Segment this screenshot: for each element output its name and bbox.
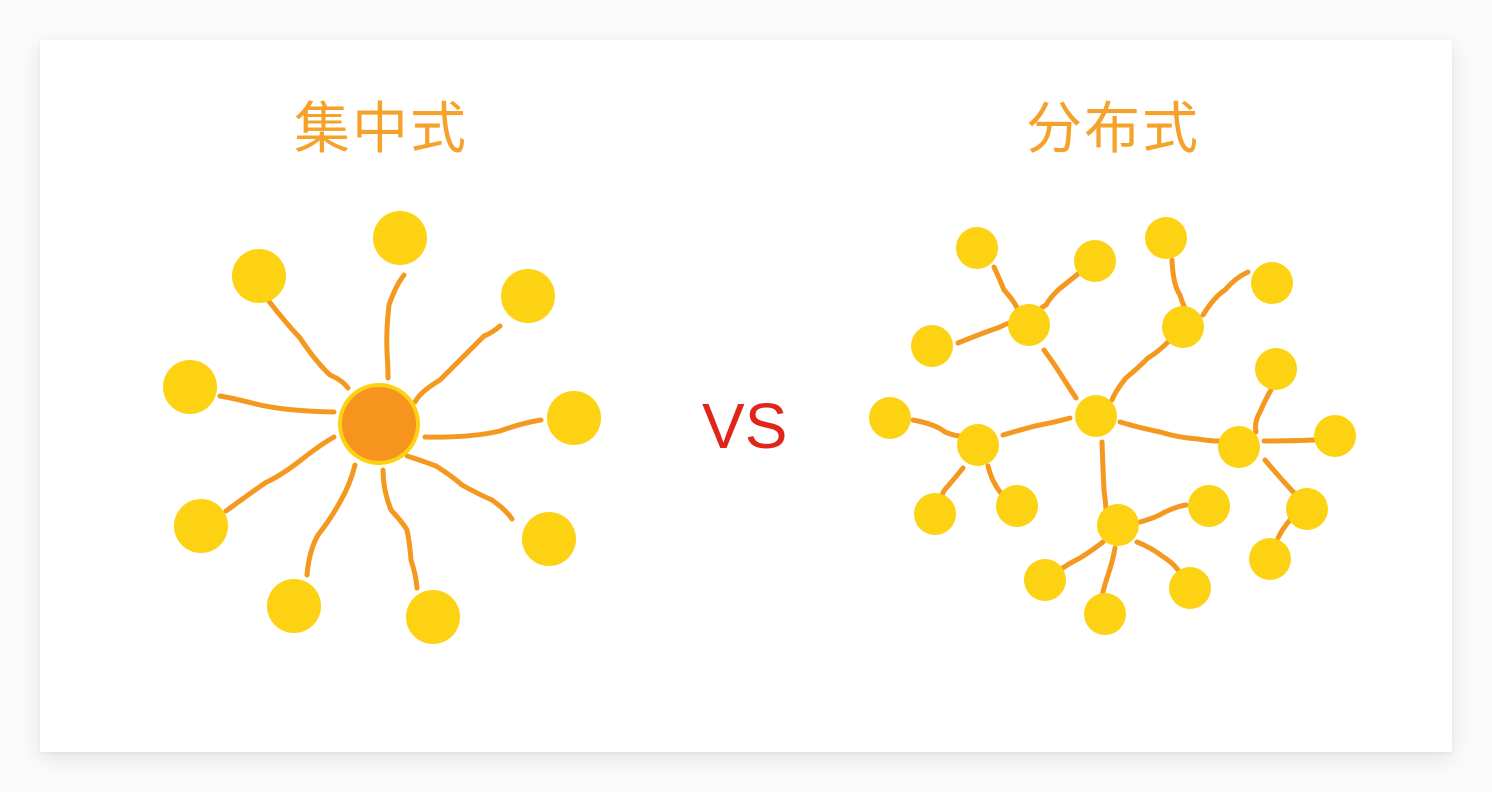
- node: [914, 493, 956, 535]
- node: [911, 325, 953, 367]
- node: [956, 227, 998, 269]
- node: [232, 249, 286, 303]
- node: [1008, 304, 1050, 346]
- node: [501, 269, 555, 323]
- node: [1286, 488, 1328, 530]
- node: [373, 211, 427, 265]
- node: [163, 360, 217, 414]
- node: [869, 397, 911, 439]
- node: [267, 579, 321, 633]
- node: [1188, 485, 1230, 527]
- distributed-title: 分布式: [1026, 97, 1200, 162]
- node: [547, 391, 601, 445]
- node: [174, 499, 228, 553]
- node: [1074, 240, 1116, 282]
- node: [1075, 395, 1117, 437]
- node: [1314, 415, 1356, 457]
- node: [1145, 217, 1187, 259]
- node: [1255, 348, 1297, 390]
- node: [522, 512, 576, 566]
- node: [1169, 567, 1211, 609]
- node: [1097, 504, 1139, 546]
- node: [996, 485, 1038, 527]
- node: [1024, 559, 1066, 601]
- node: [1251, 262, 1293, 304]
- centralized-title: 集中式: [294, 97, 468, 162]
- hub-node: [338, 383, 420, 465]
- node: [957, 424, 999, 466]
- node: [1218, 426, 1260, 468]
- node: [1162, 306, 1204, 348]
- node: [1249, 538, 1291, 580]
- distributed-nodes: [869, 217, 1356, 635]
- vs-label: VS: [702, 390, 788, 462]
- node: [1084, 593, 1126, 635]
- node: [406, 590, 460, 644]
- centralized-nodes: [163, 211, 601, 644]
